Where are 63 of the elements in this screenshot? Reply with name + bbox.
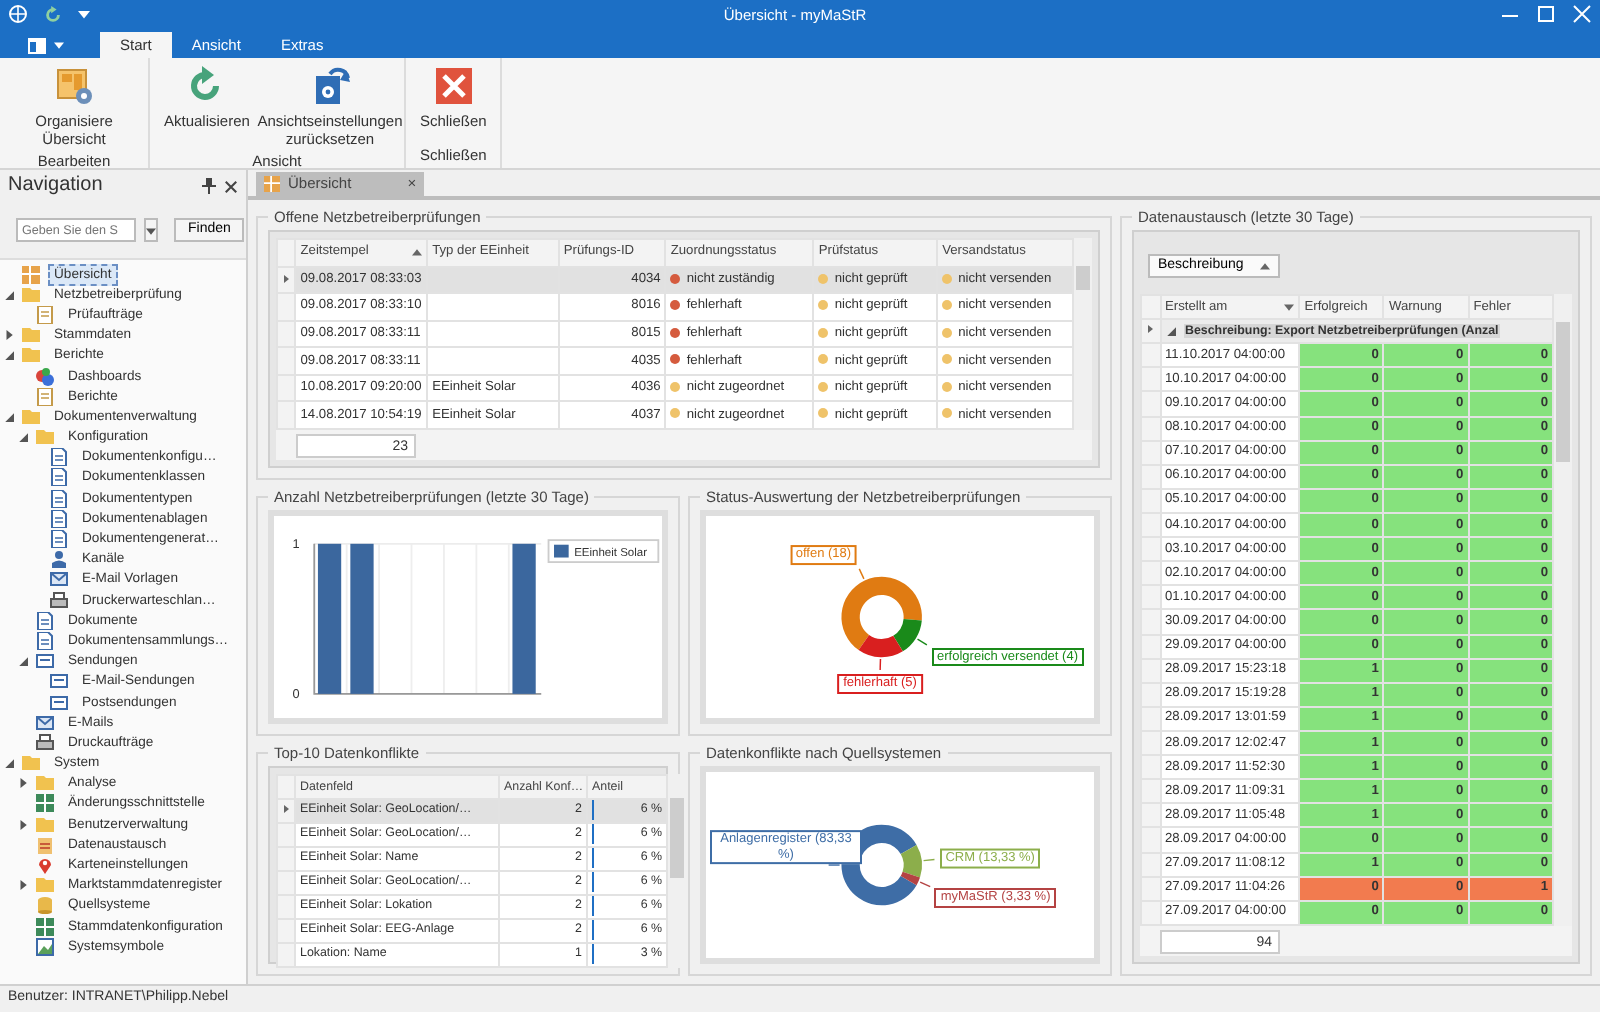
leader-line: [879, 658, 882, 671]
envelope-icon: [50, 672, 68, 691]
table-icon: [36, 794, 54, 813]
window-icon: [28, 37, 46, 53]
printer-icon: [36, 733, 54, 752]
row-indicator-icon: [1146, 324, 1154, 335]
folder-icon: [36, 876, 54, 895]
row-indicator-icon: [282, 804, 290, 815]
dashboard-icon: [36, 367, 54, 386]
exchange-icon: [36, 835, 54, 854]
envelope-icon: [50, 693, 68, 712]
expander-icon[interactable]: [18, 819, 28, 830]
grid-icon: [264, 176, 280, 192]
dropdown-button[interactable]: [144, 218, 158, 242]
pin-icon[interactable]: [202, 178, 216, 194]
scrollbar[interactable]: [1554, 294, 1572, 926]
refresh-icon[interactable]: [44, 5, 62, 23]
folder-icon: [22, 285, 40, 304]
expander-icon[interactable]: [4, 289, 14, 300]
clipboard-icon: [36, 305, 54, 324]
clipboard-icon: [36, 387, 54, 406]
document-icon: [50, 509, 68, 528]
expander-icon[interactable]: [4, 330, 14, 341]
expander-icon[interactable]: [18, 432, 28, 443]
maximize-icon[interactable]: [1536, 4, 1556, 24]
mail-icon: [50, 570, 68, 589]
document-icon: [50, 489, 68, 508]
leader-line: [858, 568, 865, 580]
document-icon: [50, 530, 68, 549]
leader-line: [919, 881, 931, 888]
layout-icon: [54, 66, 94, 106]
mail-icon: [36, 713, 54, 732]
document-icon: [50, 448, 68, 467]
expander-icon[interactable]: [4, 350, 14, 361]
leader-line: [922, 858, 936, 862]
expander-icon[interactable]: [18, 880, 28, 891]
expander-icon[interactable]: [18, 778, 28, 789]
dropdown-caret-icon[interactable]: [78, 8, 90, 20]
image-icon: [36, 937, 54, 956]
row-indicator-icon: [282, 273, 290, 284]
document-icon: [50, 468, 68, 487]
printer-icon: [50, 591, 68, 610]
grid-icon: [22, 265, 40, 284]
caret-icon: [54, 40, 64, 50]
expander-icon[interactable]: [4, 411, 14, 422]
document-icon: [36, 611, 54, 630]
expander-icon[interactable]: [1165, 326, 1175, 337]
close-icon: [433, 66, 474, 106]
person-icon: [50, 550, 68, 569]
scrollbar[interactable]: [1074, 238, 1092, 430]
panel-title: Navigation: [8, 174, 105, 198]
expander-icon[interactable]: [18, 656, 28, 667]
database-icon: [36, 896, 54, 915]
expander-icon[interactable]: [4, 758, 14, 769]
envelope-icon: [36, 652, 54, 671]
app-icon[interactable]: [8, 4, 28, 24]
caret-icon: [146, 225, 156, 235]
folder-icon: [36, 815, 54, 834]
leader-line: [916, 638, 928, 646]
table-icon: [36, 917, 54, 936]
map-marker-icon: [36, 856, 54, 875]
document-icon: [36, 631, 54, 650]
close-icon[interactable]: [224, 179, 238, 193]
